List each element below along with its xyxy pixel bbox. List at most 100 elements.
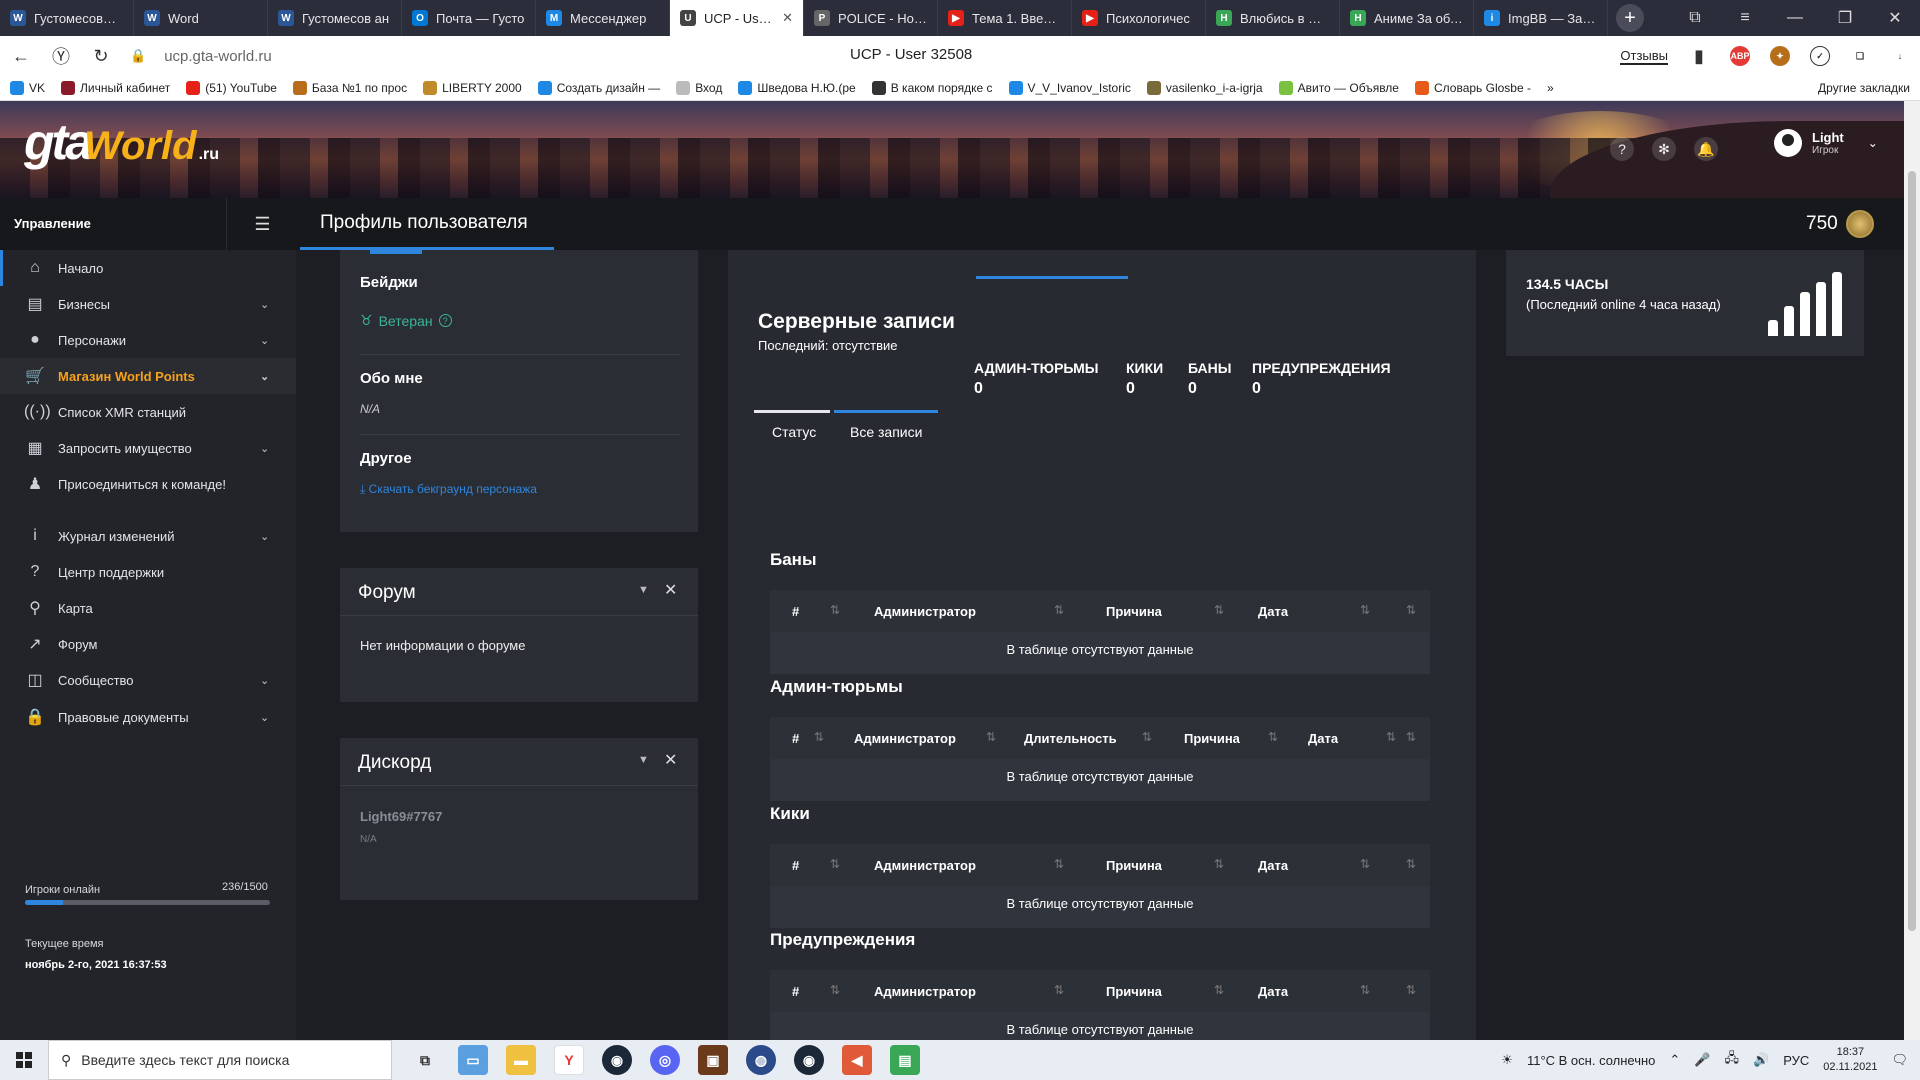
browser-tab[interactable]: W Word	[134, 0, 268, 36]
sidebar-item[interactable]: ((·)) Список XMR станций	[0, 394, 296, 430]
column-header[interactable]: Администратор	[854, 731, 956, 746]
browser-tab[interactable]: W Густомесов ан	[268, 0, 402, 36]
sidebar-item[interactable]: ? Центр поддержки	[0, 554, 296, 590]
veteran-badge[interactable]: ♉︎ Ветеран ?	[360, 312, 452, 329]
sidebar-item[interactable]: ⚲ Карта	[0, 590, 296, 626]
steam-icon[interactable]: ◉	[794, 1045, 824, 1075]
tab-all-records[interactable]: Все записи	[850, 424, 922, 440]
browser-tab[interactable]: H Аниме За обла	[1340, 0, 1474, 36]
bookmark-item[interactable]: Авито — Объявле	[1278, 81, 1399, 95]
bookmark-item[interactable]: Шведова Н.Ю.(ре	[738, 81, 856, 95]
url-field[interactable]: ucp.gta-world.ru	[164, 48, 272, 65]
sidebar-item[interactable]: ⌂ Начало	[0, 250, 296, 286]
yandex-browser-icon[interactable]: Y	[554, 1045, 584, 1075]
user-menu[interactable]: Light Игрок ⌄	[1774, 129, 1878, 157]
sidebar-item[interactable]: ● Персонажи ⌄	[0, 322, 296, 358]
column-header[interactable]: Администратор	[874, 604, 976, 619]
column-header[interactable]: Причина	[1106, 604, 1162, 619]
column-header[interactable]: #	[792, 984, 799, 999]
collapse-icon[interactable]: ▼	[638, 584, 649, 596]
start-button[interactable]	[0, 1040, 48, 1080]
bookmark-item[interactable]: База №1 по прос	[292, 81, 407, 95]
download-background-link[interactable]: ⤓ Скачать бекграунд персонажа	[360, 482, 537, 497]
sort-icon[interactable]: ⇅	[1142, 730, 1152, 744]
audio-app-icon[interactable]: ◀	[842, 1045, 872, 1075]
sort-icon[interactable]: ⇅	[1406, 730, 1416, 744]
collapse-icon[interactable]: ▼	[638, 754, 649, 766]
reload-icon[interactable]: ↻	[90, 46, 112, 67]
volume-icon[interactable]: 🔊	[1753, 1052, 1769, 1068]
bookmark-item[interactable]: VK	[10, 81, 45, 95]
column-header[interactable]: Дата	[1258, 984, 1288, 999]
sort-icon[interactable]: ⇅	[830, 603, 840, 617]
language-indicator[interactable]: РУС	[1783, 1053, 1809, 1068]
tab-status[interactable]: Статус	[772, 424, 816, 440]
sidebar-item[interactable]: ▤ Бизнесы ⌄	[0, 286, 296, 322]
sidebar-item[interactable]: i Журнал изменений ⌄	[0, 518, 296, 554]
page-scrollbar[interactable]	[1904, 101, 1920, 1040]
bookmark-item[interactable]: V_V_Ivanov_Istoric	[1008, 81, 1131, 95]
task-view-icon[interactable]: ⧉	[410, 1045, 440, 1075]
sidebar-item[interactable]: ♟ Присоединиться к команде!	[0, 466, 296, 502]
sort-icon[interactable]: ⇅	[1214, 983, 1224, 997]
chevron-down-icon[interactable]: ⌄	[1868, 136, 1878, 150]
column-header[interactable]: #	[792, 604, 799, 619]
browser-tab[interactable]: W Густомесов_Ку	[0, 0, 134, 36]
sort-icon[interactable]: ⇅	[814, 730, 824, 744]
notifications-icon[interactable]: 🗨	[1891, 1052, 1908, 1068]
close-window-icon[interactable]: ✕	[1870, 8, 1920, 28]
bookmark-item[interactable]: Создать дизайн —	[537, 81, 660, 95]
sort-icon[interactable]: ⇅	[1360, 603, 1370, 617]
column-header[interactable]: Администратор	[874, 984, 976, 999]
browser-tab[interactable]: i ImgBB — Загру	[1474, 0, 1608, 36]
bookmark-item[interactable]: Личный кабинет	[61, 81, 170, 95]
column-header[interactable]: Причина	[1184, 731, 1240, 746]
microphone-icon[interactable]: 🎤	[1694, 1052, 1710, 1068]
browser-tab[interactable]: P POLICE - Новая	[804, 0, 938, 36]
column-header[interactable]: #	[792, 731, 799, 746]
sort-icon[interactable]: ⇅	[1054, 857, 1064, 871]
file-explorer-icon[interactable]: ▬	[506, 1045, 536, 1075]
tab-search-icon[interactable]: ⧉	[1670, 9, 1720, 27]
steam-icon[interactable]: ◉	[602, 1045, 632, 1075]
scrollbar-thumb[interactable]	[1908, 171, 1916, 931]
settings-icon[interactable]: ✻	[1652, 137, 1676, 161]
close-icon[interactable]: ✕	[664, 580, 677, 600]
bookmark-item[interactable]: Вход	[676, 81, 722, 95]
sort-icon[interactable]: ⇅	[1386, 730, 1396, 744]
yandex-protect-icon[interactable]: Ⓨ	[50, 43, 72, 69]
sort-icon[interactable]: ⇅	[1054, 603, 1064, 617]
sort-icon[interactable]: ⇅	[1360, 983, 1370, 997]
browser-tab[interactable]: M Мессенджер	[536, 0, 670, 36]
minimize-icon[interactable]: —	[1770, 9, 1820, 27]
sort-icon[interactable]: ⇅	[1214, 857, 1224, 871]
collections-icon[interactable]: ❏	[1850, 46, 1870, 66]
sort-icon[interactable]: ⇅	[1214, 603, 1224, 617]
discord-icon[interactable]: ◎	[650, 1045, 680, 1075]
sort-icon[interactable]: ⇅	[1406, 983, 1416, 997]
bookmark-item[interactable]: vasilenko_i-a-igrja	[1146, 81, 1263, 95]
browser-tab[interactable]: ▶ Психологичес	[1072, 0, 1206, 36]
app-icon[interactable]: ▭	[458, 1045, 488, 1075]
shield-icon[interactable]: ✓	[1810, 46, 1830, 66]
sort-icon[interactable]: ⇅	[830, 983, 840, 997]
bell-icon[interactable]: 🔔	[1694, 137, 1718, 161]
column-header[interactable]: Длительность	[1024, 731, 1117, 746]
browser-tab[interactable]: ▶ Тема 1. Введен	[938, 0, 1072, 36]
adblock-icon[interactable]: ABP	[1730, 46, 1750, 66]
sidebar-item[interactable]: ◫ Сообщество ⌄	[0, 662, 296, 698]
new-tab-button[interactable]: +	[1616, 4, 1644, 32]
sort-icon[interactable]: ⇅	[1406, 603, 1416, 617]
sidebar-item[interactable]: 🔒 Правовые документы ⌄	[0, 699, 296, 735]
sort-icon[interactable]: ⇅	[1406, 857, 1416, 871]
sidebar-item[interactable]: ▦ Запросить имущество ⌄	[0, 430, 296, 466]
close-tab-icon[interactable]: ✕	[782, 10, 793, 26]
bookmark-item[interactable]: LIBERTY 2000	[423, 81, 522, 95]
question-circle-icon[interactable]: ?	[438, 314, 452, 327]
sidebar-item[interactable]: ↗ Форум	[0, 626, 296, 662]
sort-icon[interactable]: ⇅	[1360, 857, 1370, 871]
column-header[interactable]: Причина	[1106, 984, 1162, 999]
column-header[interactable]: Дата	[1308, 731, 1338, 746]
help-icon[interactable]: ?	[1610, 137, 1634, 161]
sort-icon[interactable]: ⇅	[830, 857, 840, 871]
